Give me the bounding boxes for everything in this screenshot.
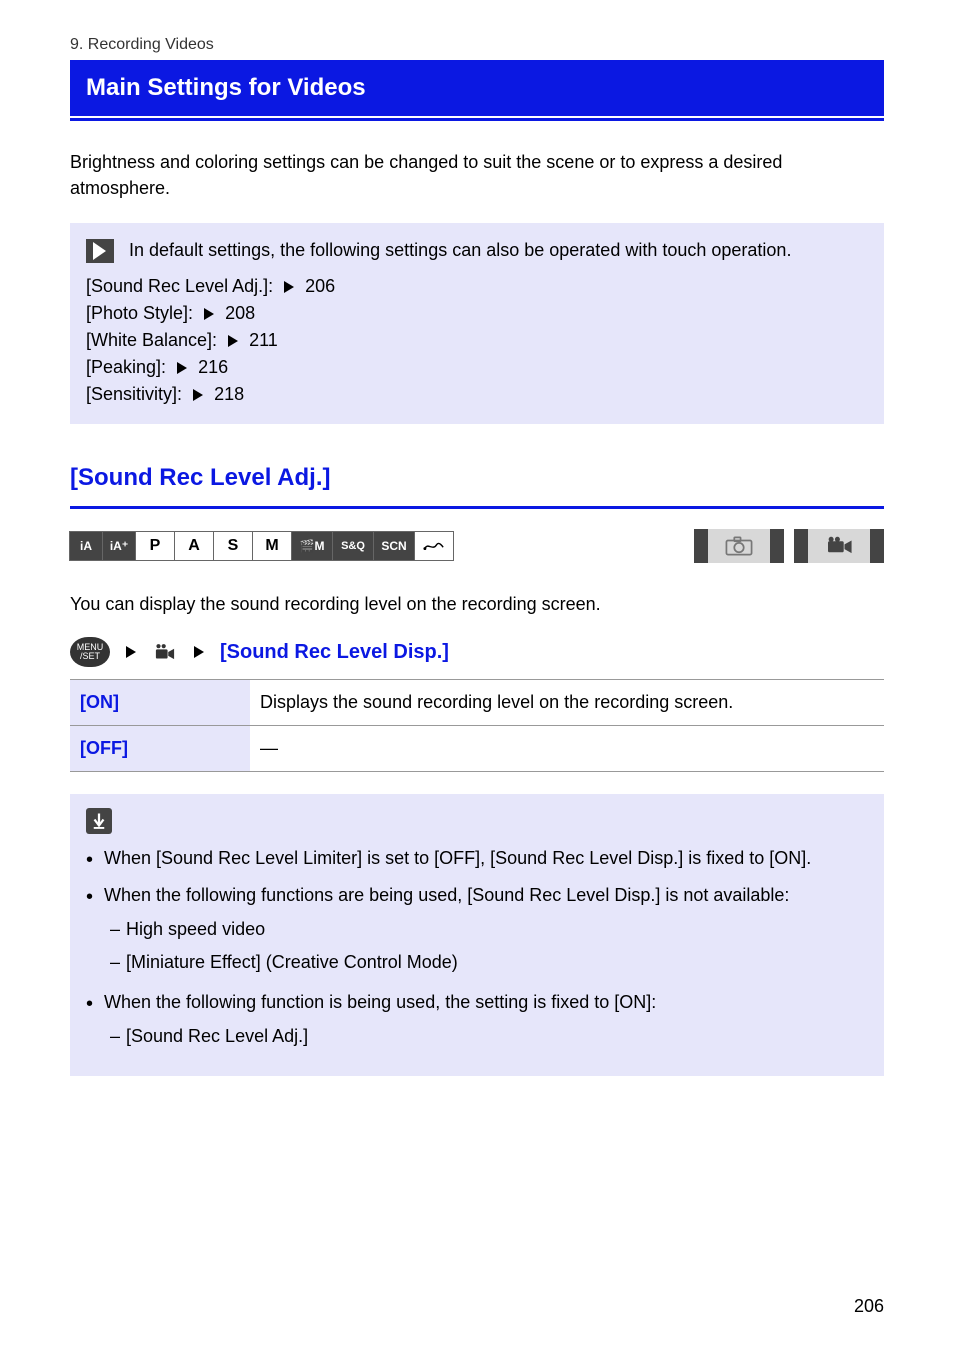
mode-sq-icon: S&Q xyxy=(332,531,374,561)
mode-scn-icon: SCN xyxy=(373,531,415,561)
page-title: Main Settings for Videos xyxy=(70,60,884,116)
note-tail-text: When the following function is being use… xyxy=(104,992,656,1012)
note-icon xyxy=(86,808,112,834)
tip-item-label: [White Balance]: xyxy=(86,330,217,350)
menu-path: MENU/SET [Sound Rec Level Disp.] xyxy=(70,637,884,667)
options-table: [ON] Displays the sound recording level … xyxy=(70,679,884,772)
menu-set-icon: MENU/SET xyxy=(70,637,110,667)
note-box: When [Sound Rec Level Limiter] is set to… xyxy=(70,794,884,1076)
tip-item: [White Balance]: 211 xyxy=(86,327,868,354)
mode-ia-plus-icon: iA⁺ xyxy=(102,531,136,561)
tip-item-label: [Sound Rec Level Adj.]: xyxy=(86,276,273,296)
note-bullet: When the following function is being use… xyxy=(86,984,868,1058)
video-mode-icon xyxy=(794,529,884,563)
subsection-lead: You can display the sound recording leve… xyxy=(70,591,884,617)
section-divider xyxy=(70,506,884,509)
note-subitem: [Sound Rec Level Adj.] xyxy=(104,1020,868,1053)
menu-label: [Sound Rec Level Disp.] xyxy=(220,641,449,664)
tip-lead: In default settings, the following setti… xyxy=(129,240,791,260)
tip-box: In default settings, the following setti… xyxy=(70,223,884,424)
tip-item-ref: 206 xyxy=(305,276,335,296)
breadcrumb: 9. Recording Videos xyxy=(70,36,884,54)
tip-item: [Photo Style]: 208 xyxy=(86,300,868,327)
arrow-right-icon xyxy=(204,308,214,320)
mode-cells: iA iA⁺ P A S M 🎬M S&Q SCN xyxy=(70,531,454,561)
note-subitem: [Miniature Effect] (Creative Control Mod… xyxy=(104,946,868,979)
tip-item: [Sensitivity]: 218 xyxy=(86,381,868,408)
note-bullet-text: When the following functions are being u… xyxy=(104,885,789,905)
tip-item-label: [Sensitivity]: xyxy=(86,384,182,404)
mode-a-icon: A xyxy=(174,531,214,561)
photo-mode-icon xyxy=(694,529,784,563)
tip-item-ref: 208 xyxy=(225,303,255,323)
mode-videom-icon: 🎬M xyxy=(291,531,333,561)
intro-text: Brightness and coloring settings can be … xyxy=(70,149,884,201)
arrow-right-icon xyxy=(177,362,187,374)
tip-item: [Peaking]: 216 xyxy=(86,354,868,381)
mode-ia-icon: iA xyxy=(69,531,103,561)
option-key: [ON] xyxy=(70,680,250,726)
mode-p-icon: P xyxy=(135,531,175,561)
tip-item-label: [Peaking]: xyxy=(86,357,166,377)
note-bullet: When the following functions are being u… xyxy=(86,877,868,984)
arrow-right-icon xyxy=(284,281,294,293)
arrow-right-icon xyxy=(228,335,238,347)
arrow-right-icon xyxy=(193,389,203,401)
tip-item-ref: 216 xyxy=(198,357,228,377)
section-heading: [Sound Rec Level Adj.] xyxy=(70,464,884,492)
arrow-right-icon xyxy=(194,646,204,658)
title-divider xyxy=(70,118,884,121)
mode-s-icon: S xyxy=(213,531,253,561)
mode-row: iA iA⁺ P A S M 🎬M S&Q SCN xyxy=(70,529,884,563)
page-number: 206 xyxy=(854,1296,884,1317)
table-row: [OFF] — xyxy=(70,726,884,772)
tip-item-ref: 211 xyxy=(249,330,278,350)
tip-item: [Sound Rec Level Adj.]: 206 xyxy=(86,273,868,300)
mode-creative-icon xyxy=(414,531,454,561)
arrow-right-icon xyxy=(126,646,136,658)
tip-item-ref: 218 xyxy=(214,384,244,404)
video-menu-icon xyxy=(152,641,178,663)
table-row: [ON] Displays the sound recording level … xyxy=(70,680,884,726)
option-key: [OFF] xyxy=(70,726,250,772)
tip-item-label: [Photo Style]: xyxy=(86,303,193,323)
note-bullet: When [Sound Rec Level Limiter] is set to… xyxy=(86,840,868,877)
mode-m-icon: M xyxy=(252,531,292,561)
arrow-box-icon xyxy=(86,239,114,263)
note-subitem: High speed video xyxy=(104,913,868,946)
option-desc: — xyxy=(250,726,884,772)
option-desc: Displays the sound recording level on th… xyxy=(250,680,884,726)
